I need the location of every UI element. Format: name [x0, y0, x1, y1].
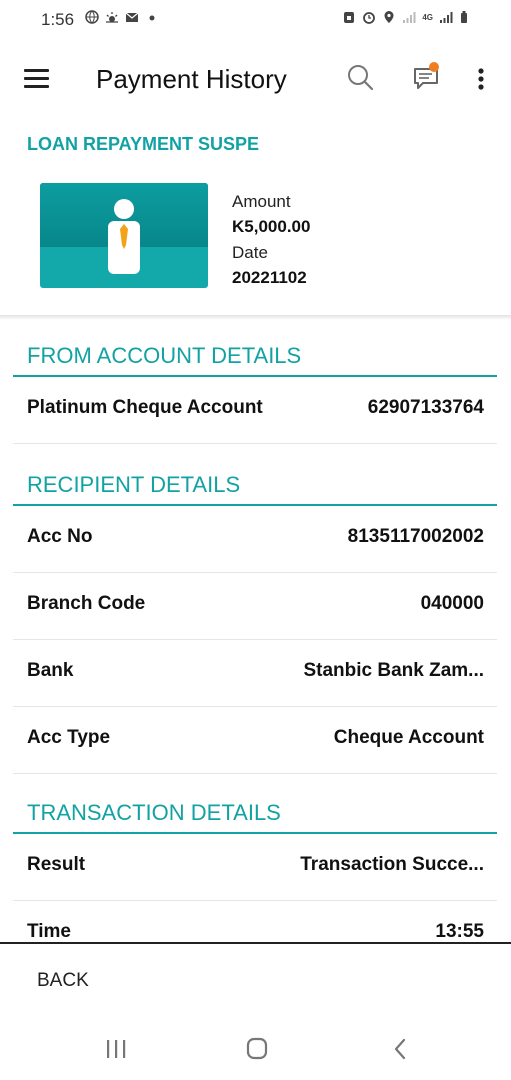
menu-icon-bar: [24, 77, 49, 80]
detail-value: 62907133764: [367, 397, 484, 418]
page-title: Payment History: [96, 64, 287, 94]
payment-title: LOAN REPAYMENT SUSPE: [27, 134, 260, 154]
section-heading-label: RECIPIENT DETAILS: [27, 472, 241, 497]
payment-summary-card: LOAN REPAYMENT SUSPE Amount K5,000.00 Da…: [0, 117, 511, 315]
detail-label: Bank: [27, 660, 74, 681]
date-value: 20221102: [232, 268, 307, 287]
home-button[interactable]: [242, 1036, 272, 1062]
menu-icon: [24, 69, 49, 72]
section-heading-label: TRANSACTION DETAILS: [27, 800, 281, 825]
recent-apps-button[interactable]: [101, 1036, 131, 1062]
recent-apps-icon: [107, 1040, 126, 1058]
amount-value: K5,000.00: [232, 217, 311, 236]
search-button[interactable]: [345, 62, 377, 94]
divider: [0, 315, 511, 320]
detail-row-acc-type: Acc Type Cheque Account: [13, 707, 497, 774]
detail-value: 8135117002002: [347, 526, 484, 547]
detail-value: Stanbic Bank Zam...: [303, 660, 484, 681]
detail-row-from-account: Platinum Cheque Account 62907133764: [13, 377, 497, 444]
detail-row-result: Result Transaction Succe...: [13, 834, 497, 901]
dot-icon: [149, 15, 155, 21]
battery-icon: [461, 11, 467, 23]
detail-value: 040000: [420, 593, 484, 614]
notification-dot: [429, 62, 439, 72]
section-heading-recipient: RECIPIENT DETAILS: [13, 470, 497, 506]
detail-label: Branch Code: [27, 593, 146, 614]
menu-icon-bar: [24, 85, 49, 88]
detail-row-bank: Bank Stanbic Bank Zam...: [13, 640, 497, 707]
mail-icon: [125, 12, 139, 22]
app-bar: Payment History: [0, 42, 511, 117]
section-heading-transaction: TRANSACTION DETAILS: [13, 798, 497, 834]
back-button[interactable]: BACK: [37, 970, 89, 992]
amount-label: Amount: [232, 192, 291, 211]
browser-icon: [85, 10, 99, 24]
chat-button[interactable]: [410, 60, 444, 94]
detail-label: Acc Type: [27, 727, 111, 748]
signal-icon: [440, 12, 453, 23]
date-label: Date: [232, 243, 268, 262]
system-nav-bar: [0, 1030, 511, 1070]
network-type-label: 4G: [422, 12, 433, 22]
status-time: 1:56: [41, 10, 75, 29]
detail-label: Platinum Cheque Account: [27, 397, 263, 418]
payment-summary-fields: Amount K5,000.00 Date 20221102: [232, 189, 310, 291]
section-heading-label: FROM ACCOUNT DETAILS: [27, 343, 302, 368]
back-icon: [394, 1038, 406, 1060]
chat-icon: [414, 62, 439, 89]
location-icon: [384, 11, 394, 23]
alarm-icon: [363, 12, 376, 24]
detail-value: Cheque Account: [333, 727, 484, 748]
status-right-icons: 4G: [342, 10, 473, 24]
signal-icon: [403, 12, 416, 23]
more-vert-icon: [478, 68, 484, 90]
section-heading-from-account: FROM ACCOUNT DETAILS: [13, 341, 497, 377]
more-options-button[interactable]: [470, 64, 492, 94]
nav-back-button[interactable]: [386, 1036, 416, 1062]
payment-image: [40, 183, 208, 288]
detail-row-branch-code: Branch Code 040000: [13, 573, 497, 640]
detail-value: Transaction Succe...: [300, 854, 484, 875]
status-bar: 1:56 4G: [0, 0, 511, 42]
menu-button[interactable]: [22, 66, 50, 90]
person-tie-icon: [108, 199, 140, 274]
status-left-icons: [85, 10, 159, 24]
home-icon: [246, 1037, 268, 1060]
vpn-icon: [344, 12, 355, 23]
detail-value: 13:55: [435, 921, 484, 942]
detail-label: Acc No: [27, 526, 93, 547]
detail-row-acc-no: Acc No 8135117002002: [13, 506, 497, 573]
detail-label: Result: [27, 854, 86, 875]
weather-icon: [106, 12, 118, 23]
search-icon: [348, 65, 374, 91]
detail-label: Time: [27, 921, 72, 942]
